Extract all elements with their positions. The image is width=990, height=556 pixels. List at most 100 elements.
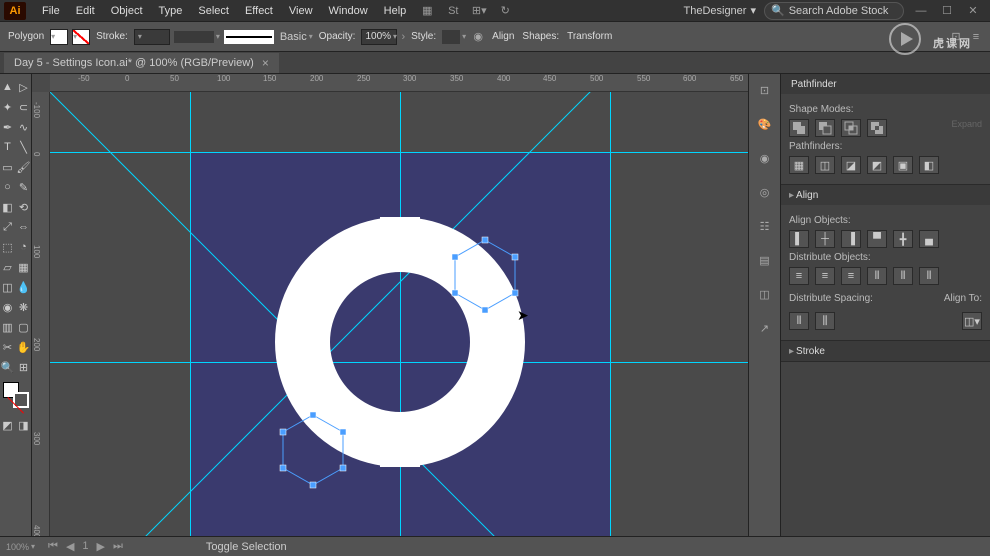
- direct-select-tool[interactable]: ▷: [16, 78, 32, 96]
- dist-vcenter-button[interactable]: ≡: [815, 267, 835, 285]
- document-tab[interactable]: Day 5 - Settings Icon.ai* @ 100% (RGB/Pr…: [4, 53, 279, 73]
- style-dd[interactable]: [442, 30, 466, 44]
- lasso-tool[interactable]: ⊂: [16, 98, 32, 116]
- bridge-icon[interactable]: ▦: [416, 2, 438, 20]
- artboard-tool[interactable]: ▢: [16, 318, 32, 336]
- free-transform-tool[interactable]: ⬚: [0, 238, 16, 256]
- brush-def[interactable]: Basic: [224, 30, 313, 44]
- opacity-field[interactable]: 100%: [361, 29, 397, 45]
- divide-button[interactable]: ▦: [789, 156, 809, 174]
- maximize-icon[interactable]: ☐: [936, 2, 958, 20]
- line-tool[interactable]: ╲: [16, 138, 32, 156]
- isolate-icon[interactable]: ⊡: [948, 29, 964, 45]
- links-icon[interactable]: ↗: [755, 318, 775, 338]
- align-bottom-button[interactable]: ▄: [919, 230, 939, 248]
- hand-tool[interactable]: ✋: [16, 338, 32, 356]
- print-tiling-tool[interactable]: ⊞: [16, 358, 32, 376]
- eyedropper-tool[interactable]: 💧: [16, 278, 32, 296]
- minus-back-button[interactable]: ◧: [919, 156, 939, 174]
- gradient-btn[interactable]: ◨: [16, 416, 32, 434]
- dist-left-button[interactable]: ⦀: [867, 267, 887, 285]
- curve-tool[interactable]: ∿: [16, 118, 32, 136]
- libraries-icon[interactable]: ▤: [755, 250, 775, 270]
- var-width[interactable]: [174, 31, 220, 43]
- menu-object[interactable]: Object: [103, 5, 151, 17]
- merge-button[interactable]: ◪: [841, 156, 861, 174]
- shaper-tool[interactable]: ○: [0, 178, 16, 196]
- menu-window[interactable]: Window: [321, 5, 376, 17]
- outline-button[interactable]: ▣: [893, 156, 913, 174]
- eraser-tool[interactable]: ◧: [0, 198, 16, 216]
- magic-wand-tool[interactable]: ✦: [0, 98, 16, 116]
- fill-stroke-indicator[interactable]: [3, 382, 29, 408]
- align-left-button[interactable]: ▌: [789, 230, 809, 248]
- width-tool[interactable]: ⇔: [16, 218, 32, 236]
- align-vcenter-button[interactable]: ╋: [893, 230, 913, 248]
- align-right-button[interactable]: ▐: [841, 230, 861, 248]
- user-menu[interactable]: TheDesigner ▾: [683, 4, 756, 17]
- stock-search[interactable]: 🔍 Search Adobe Stock: [764, 2, 904, 20]
- dist-right-button[interactable]: ⦀: [919, 267, 939, 285]
- dist-hcenter-button[interactable]: ⦀: [893, 267, 913, 285]
- menu-type[interactable]: Type: [151, 5, 191, 17]
- guide-v[interactable]: [610, 92, 611, 536]
- menu-effect[interactable]: Effect: [237, 5, 281, 17]
- close-icon[interactable]: ✕: [962, 2, 984, 20]
- menu-view[interactable]: View: [281, 5, 321, 17]
- crop-button[interactable]: ◩: [867, 156, 887, 174]
- gradient-tool[interactable]: ◫: [0, 278, 16, 296]
- intersect-button[interactable]: [841, 119, 861, 137]
- pathfinder-header[interactable]: Pathfinder: [781, 74, 990, 94]
- sync-icon[interactable]: ↻: [494, 2, 516, 20]
- minus-front-button[interactable]: [815, 119, 835, 137]
- selection-tool[interactable]: ▲: [0, 78, 16, 96]
- menu-edit[interactable]: Edit: [68, 5, 103, 17]
- trim-button[interactable]: ◫: [815, 156, 835, 174]
- pencil-tool[interactable]: ✎: [16, 178, 32, 196]
- zoom-tool[interactable]: 🔍: [0, 358, 16, 376]
- zoom-field[interactable]: 100%: [6, 542, 35, 552]
- dist-top-button[interactable]: ≡: [789, 267, 809, 285]
- stock-icon[interactable]: St: [442, 2, 464, 20]
- hexagon-selection-top[interactable]: [445, 235, 525, 315]
- dist-space-h-button[interactable]: ⫼: [815, 312, 835, 330]
- layers-icon[interactable]: ☷: [755, 216, 775, 236]
- dist-bottom-button[interactable]: ≡: [841, 267, 861, 285]
- dist-space-v-button[interactable]: ⫴: [789, 312, 809, 330]
- align-to-button[interactable]: ◫▾: [962, 312, 982, 330]
- fill-swatch[interactable]: [50, 29, 68, 45]
- stroke-header[interactable]: Stroke: [781, 341, 990, 361]
- minimize-icon[interactable]: —: [910, 2, 932, 20]
- appearance-icon[interactable]: ◎: [755, 182, 775, 202]
- recolor-icon[interactable]: ◉: [470, 29, 486, 45]
- type-tool[interactable]: T: [0, 138, 16, 156]
- fill-color-btn[interactable]: ◩: [0, 416, 16, 434]
- menu-file[interactable]: File: [34, 5, 68, 17]
- shape-builder-tool[interactable]: ◔: [16, 238, 32, 256]
- stroke-swatch[interactable]: [72, 29, 90, 45]
- perspective-tool[interactable]: ▱: [0, 258, 16, 276]
- mesh-tool[interactable]: ▦: [16, 258, 32, 276]
- arrange-icon[interactable]: ⊞▾: [468, 2, 490, 20]
- tab-close-icon[interactable]: ×: [262, 56, 269, 70]
- align-top-button[interactable]: ▀: [867, 230, 887, 248]
- brush-tool[interactable]: 🖌: [16, 158, 32, 176]
- blend-tool[interactable]: ◉: [0, 298, 16, 316]
- align-header[interactable]: Align: [781, 185, 990, 205]
- properties-icon[interactable]: ⊡: [755, 80, 775, 100]
- rectangle-tool[interactable]: ▭: [0, 158, 16, 176]
- exclude-button[interactable]: [867, 119, 887, 137]
- align-hcenter-button[interactable]: ┼: [815, 230, 835, 248]
- symbol-tool[interactable]: ❋: [16, 298, 32, 316]
- guide-v[interactable]: [190, 92, 191, 536]
- stroke-weight[interactable]: [134, 29, 170, 45]
- align-label[interactable]: Align: [490, 31, 516, 42]
- menu-select[interactable]: Select: [190, 5, 237, 17]
- slice-tool[interactable]: ✂: [0, 338, 16, 356]
- artboard-nav[interactable]: ⏮◀1▶⏭: [45, 540, 126, 553]
- swatches-icon[interactable]: ◉: [755, 148, 775, 168]
- graph-tool[interactable]: ▥: [0, 318, 16, 336]
- scale-tool[interactable]: ⤢: [0, 218, 16, 236]
- guide-h[interactable]: [50, 152, 748, 153]
- color-icon[interactable]: 🎨: [755, 114, 775, 134]
